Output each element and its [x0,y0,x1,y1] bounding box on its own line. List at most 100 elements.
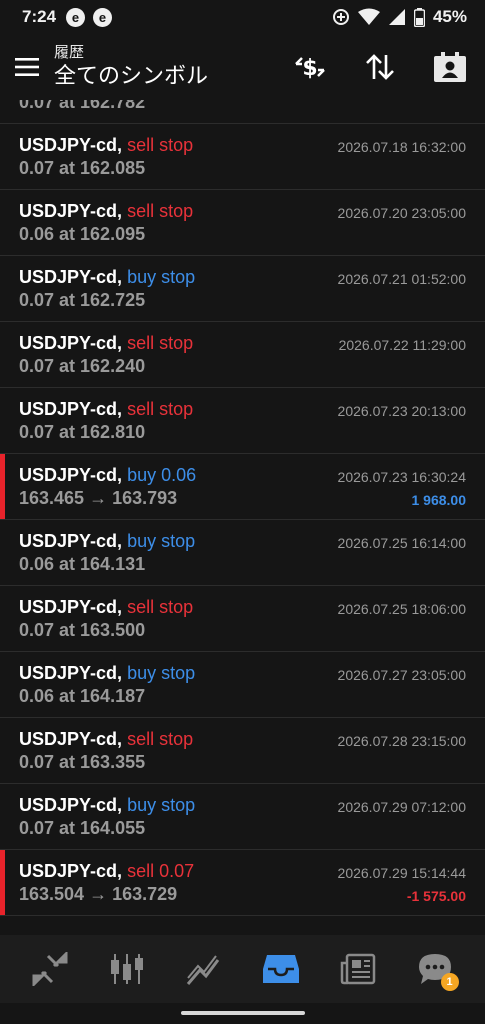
symbol-name: USDJPY-cd, [19,597,123,617]
order-symbol: USDJPY-cd, buy stop [19,663,195,684]
order-symbol: USDJPY-cd, buy stop [19,267,195,288]
symbol-name: USDJPY-cd, [19,333,123,353]
nav-news[interactable] [330,941,386,997]
symbol-name: USDJPY-cd, [19,267,123,287]
order-detail: 0.06 at 164.131 [19,554,146,574]
account-button[interactable] [415,34,485,100]
notification-icon: e [93,7,113,27]
header-titles: 履歴 全てのシンボル [54,44,208,90]
order-symbol: USDJPY-cd, sell 0.07 [19,861,194,882]
menu-button[interactable] [0,34,54,100]
page-subtitle: 履歴 [54,44,85,61]
order-detail: 0.06 at 162.095 [19,224,146,244]
order-type: buy stop [127,267,196,287]
order-detail: 0.07 at 162.810 [19,422,146,442]
bottom-navigation: 1 [0,935,485,1003]
order-date: 2026.07.22 11:29:00 [338,337,466,353]
symbol-name: USDJPY-cd, [19,861,123,881]
history-row[interactable]: USDJPY-cd, buy 0.06 163.465 → 163.793 2026… [0,454,485,520]
order-date: 2026.07.25 16:14:00 [337,535,466,551]
order-date: 2026.07.21 01:52:00 [337,271,466,287]
list-item-partial[interactable]: 0.07 at 162.782 [0,100,485,124]
nav-chart[interactable] [99,941,155,997]
symbol-name: USDJPY-cd, [19,729,123,749]
gesture-bar[interactable] [180,1011,305,1015]
order-detail: 0.07 at 162.725 [19,290,146,310]
history-row[interactable]: USDJPY-cd, sell stop 0.07 at 163.500 2026.… [0,586,485,652]
order-detail: 0.07 at 163.500 [19,620,146,640]
battery-percent: 45% [432,7,467,26]
history-row[interactable]: USDJPY-cd, buy stop 0.07 at 162.725 2026.0… [0,256,485,322]
symbol-name: USDJPY-cd, [19,201,123,221]
hamburger-icon [15,58,39,76]
symbol-name: USDJPY-cd, [19,465,123,485]
symbol-name: USDJPY-cd, [19,399,123,419]
history-row[interactable]: USDJPY-cd, sell stop 0.06 at 162.095 2026.… [0,190,485,256]
quotes-icon [32,952,68,986]
order-symbol: USDJPY-cd, sell stop [19,333,193,354]
order-date: 2026.07.29 15:14:44 [337,865,466,881]
history-row[interactable]: USDJPY-cd, sell stop 0.07 at 163.355 2026.… [0,718,485,784]
order-date: 2026.07.20 23:05:00 [337,205,466,221]
order-symbol: USDJPY-cd, buy stop [19,795,195,816]
order-detail: 0.07 at 164.055 [19,818,146,838]
history-row[interactable]: USDJPY-cd, buy stop 0.06 at 164.187 2026.0… [0,652,485,718]
data-saver-icon [332,9,349,25]
order-symbol: USDJPY-cd, sell stop [19,399,193,420]
order-detail: 163.465 → 163.793 [19,488,178,508]
history-row[interactable]: USDJPY-cd, sell stop 0.07 at 162.240 2026.… [0,322,485,388]
order-type: sell stop [127,333,194,353]
order-detail: 163.504 → 163.729 [19,884,178,904]
nav-trade[interactable] [176,941,232,997]
order-detail: 0.07 at 162.085 [19,158,146,178]
history-row[interactable]: USDJPY-cd, sell stop 0.07 at 162.810 2026.… [0,388,485,454]
history-row[interactable]: USDJPY-cd, buy stop 0.07 at 164.055 2026.0… [0,784,485,850]
battery-icon [413,7,425,27]
order-symbol: USDJPY-cd, buy 0.06 [19,465,196,486]
order-date: 2026.07.29 07:12:00 [337,799,466,815]
status-time: 7:24 [22,7,57,26]
trade-icon [186,955,220,985]
order-date: 2026.07.18 16:32:00 [337,139,466,155]
app-header: 履歴 全てのシンボル $ [0,34,485,100]
news-icon [340,953,375,985]
order-type: buy 0.06 [127,465,197,485]
order-date: 2026.07.23 20:13:00 [337,403,466,419]
order-profit: -1 575.00 [406,888,466,904]
currency-filter-button[interactable]: $ [275,34,345,100]
nav-quotes[interactable] [22,941,78,997]
history-icon [262,955,299,983]
chart-icon [111,954,144,984]
nav-history[interactable] [253,941,309,997]
order-detail: 0.07 at 162.240 [19,356,146,376]
order-date: 2026.07.25 18:06:00 [337,601,466,617]
order-symbol: USDJPY-cd, sell stop [19,135,193,156]
order-date: 2026.07.27 23:05:00 [337,667,466,683]
history-row[interactable]: USDJPY-cd, sell 0.07 163.504 → 163.729 202… [0,850,485,916]
page-title[interactable]: 全てのシンボル [54,62,208,90]
order-type: sell stop [127,135,194,155]
sort-button[interactable] [345,34,415,100]
order-symbol: USDJPY-cd, sell stop [19,201,193,222]
history-list[interactable]: 0.07 at 162.782 USDJPY-cd, sell stop 0.07… [0,100,485,918]
order-symbol: USDJPY-cd, buy stop [19,531,195,552]
svg-text:$: $ [302,56,317,81]
order-type: buy stop [127,531,196,551]
signal-icon [388,9,405,25]
symbol-name: USDJPY-cd, [19,135,123,155]
order-type: sell stop [127,729,194,749]
order-symbol: USDJPY-cd, sell stop [19,729,193,750]
chat-badge: 1 [440,973,459,991]
order-type: sell stop [127,201,194,221]
currency-filter-icon: $ [295,56,325,81]
order-detail: 0.07 at 163.355 [19,752,146,772]
order-symbol: USDJPY-cd, sell stop [19,597,193,618]
nav-chat[interactable]: 1 [407,941,463,997]
order-profit: 1 968.00 [411,492,467,508]
history-row[interactable]: USDJPY-cd, sell stop 0.07 at 162.085 2026.… [0,124,485,190]
history-row[interactable]: USDJPY-cd, buy stop 0.06 at 164.131 2026.0… [0,520,485,586]
status-bar: 7:24 e e 45% [0,0,485,34]
notification-icon: e [66,7,86,27]
order-type: buy stop [127,795,196,815]
symbol-name: USDJPY-cd, [19,531,123,551]
